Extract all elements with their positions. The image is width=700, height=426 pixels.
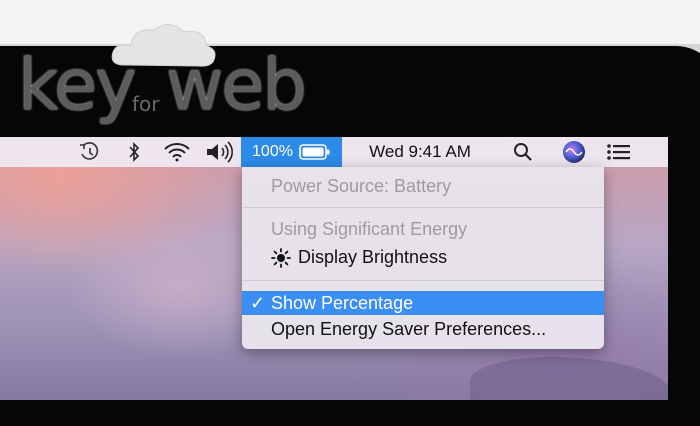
notification-center-icon[interactable]: [604, 137, 634, 167]
time-machine-icon[interactable]: [74, 137, 104, 167]
wifi-icon[interactable]: [160, 137, 194, 167]
energy-heading-item: Using Significant Energy: [271, 219, 468, 239]
logo-word-key: key: [18, 44, 137, 126]
volume-icon[interactable]: [202, 137, 238, 167]
battery-percentage: 100%: [252, 143, 293, 160]
show-percentage-item[interactable]: ✓ Show Percentage: [242, 291, 604, 315]
spotlight-search-icon[interactable]: [510, 137, 536, 167]
logo-word-for: for: [132, 92, 160, 116]
menu-separator: [242, 280, 604, 281]
brightness-sun-icon: [271, 248, 291, 274]
checkmark-icon: ✓: [250, 293, 266, 313]
bluetooth-icon[interactable]: [122, 137, 146, 167]
display-brightness-item[interactable]: Display Brightness: [242, 245, 604, 269]
battery-status-item[interactable]: 100%: [241, 137, 342, 167]
logo-word-web: web: [166, 44, 307, 126]
menu-bar: 100% Wed 9:41 AM: [0, 137, 668, 167]
battery-dropdown-menu: Power Source: Battery Using Significant …: [242, 167, 604, 349]
power-source-item: Power Source: Battery: [271, 176, 452, 196]
menu-bar-clock[interactable]: Wed 9:41 AM: [356, 137, 484, 167]
wallpaper-mountain: [470, 357, 668, 400]
siri-icon[interactable]: [560, 137, 588, 167]
keyforweb-logo: key for web: [14, 18, 307, 126]
energy-saver-preferences-item[interactable]: Open Energy Saver Preferences...: [242, 317, 604, 341]
battery-icon: [299, 143, 331, 161]
menu-separator: [242, 207, 604, 208]
